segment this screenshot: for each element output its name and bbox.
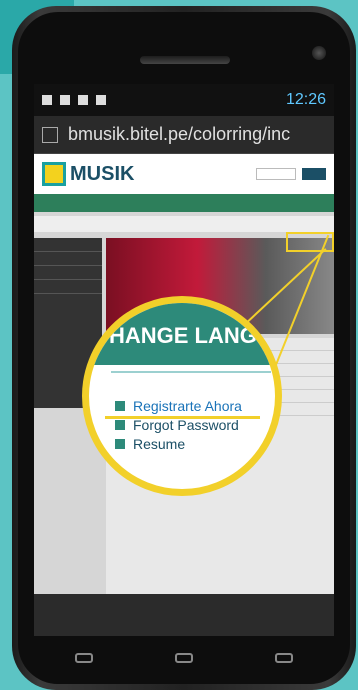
resume-label[interactable]: Resume — [133, 436, 185, 452]
url-bar[interactable]: bmusik.bitel.pe/colorring/inc — [34, 116, 334, 154]
magnifier-callout: HANGE LANG Registrarte Ahora Forgot Pass… — [82, 296, 282, 496]
url-text[interactable]: bmusik.bitel.pe/colorring/inc — [68, 124, 290, 145]
bullet-icon — [115, 438, 125, 449]
resume-link[interactable]: Resume — [115, 434, 242, 453]
site-logo[interactable]: MUSIK — [42, 162, 134, 186]
logo-text: MUSIK — [70, 162, 135, 185]
logo-mark — [42, 162, 66, 186]
site-nav[interactable] — [34, 194, 334, 212]
account-links: Registrarte Ahora Forgot Password Resume — [115, 396, 242, 453]
photo-icon — [60, 95, 70, 105]
bullet-icon — [115, 419, 125, 430]
bullet-icon — [115, 400, 125, 411]
entrar-button[interactable] — [302, 168, 326, 180]
magnifier-divider — [111, 371, 271, 373]
search-input[interactable] — [256, 168, 296, 180]
login-row[interactable] — [34, 216, 334, 232]
status-bar: 12:26 — [34, 84, 334, 116]
register-label[interactable]: Registrarte Ahora — [133, 398, 242, 414]
status-time: 12:26 — [285, 91, 326, 108]
sidebar-item[interactable] — [34, 238, 102, 252]
warning-icon — [96, 95, 106, 105]
register-link[interactable]: Registrarte Ahora — [115, 396, 242, 415]
camera-icon — [312, 46, 326, 60]
sidebar-item[interactable] — [34, 266, 102, 280]
earpiece — [140, 56, 230, 64]
soft-keys — [34, 636, 334, 680]
menu-icon[interactable] — [75, 653, 93, 663]
mail-icon — [78, 95, 88, 105]
home-icon[interactable] — [175, 653, 193, 663]
site-header: MUSIK — [34, 154, 334, 194]
page-icon — [42, 126, 58, 143]
highlight-underline — [105, 416, 260, 419]
sidebar-item[interactable] — [34, 252, 102, 266]
download-icon — [42, 95, 52, 105]
back-icon[interactable] — [275, 653, 293, 663]
sidebar-item[interactable] — [34, 280, 102, 294]
